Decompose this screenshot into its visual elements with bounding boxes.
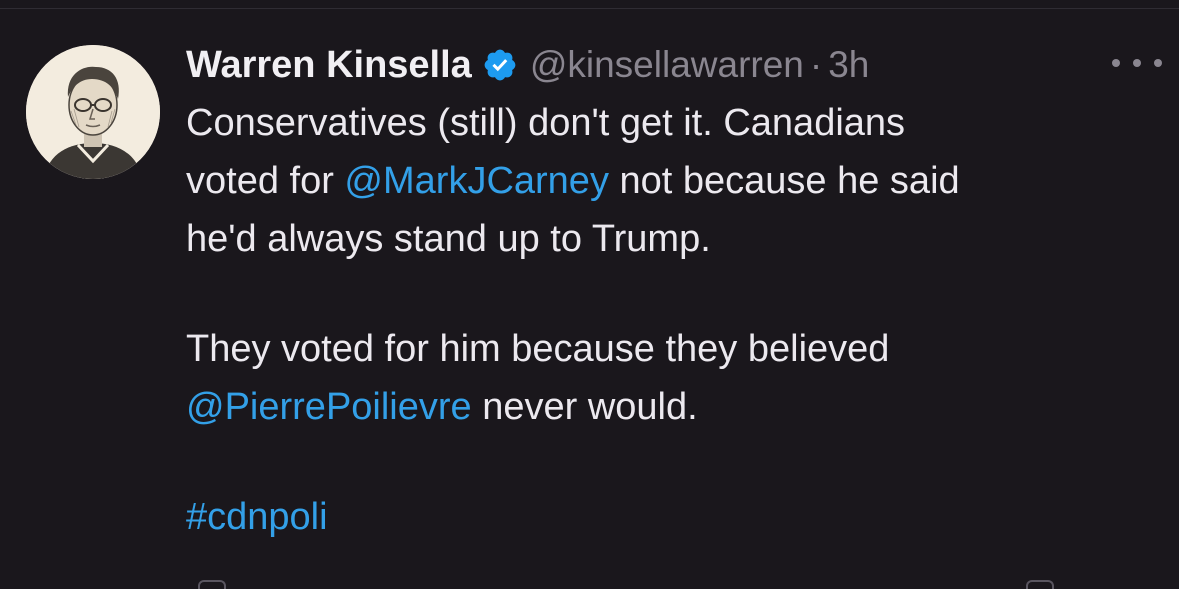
reply-icon[interactable] — [198, 580, 226, 589]
verified-badge-icon — [482, 47, 518, 83]
tweet-line: They voted for him because they believed — [186, 328, 890, 370]
tweet-text-segment: never would. — [471, 386, 698, 428]
mention-link[interactable]: @MarkJCarney — [344, 160, 609, 202]
mention-link[interactable]: @PierrePoilievre — [186, 386, 472, 428]
hashtag-link[interactable]: #cdnpoli — [186, 488, 1146, 546]
tweet-line: Conservatives (still) don't get it. Cana… — [186, 102, 906, 144]
share-icon[interactable] — [1026, 580, 1054, 589]
tweet-line: @PierrePoilievre never would. — [186, 378, 1146, 436]
tweet-line: he'd always stand up to Trump. — [186, 218, 711, 260]
author-handle[interactable]: @kinsellawarren — [530, 44, 804, 86]
more-horizontal-icon[interactable] — [1112, 48, 1162, 78]
separator-dot: · — [809, 44, 823, 85]
tweet-text-segment: not because he said — [608, 160, 960, 202]
timestamp[interactable]: 3h — [828, 44, 869, 86]
tweet: Warren Kinsella @kinsellawarren · 3h Con… — [186, 40, 1162, 546]
avatar-portrait-icon — [26, 45, 160, 179]
tweet-header: Warren Kinsella @kinsellawarren · 3h — [186, 40, 1162, 90]
avatar[interactable] — [26, 45, 160, 179]
author-name[interactable]: Warren Kinsella — [186, 44, 472, 87]
tweet-text: Conservatives (still) don't get it. Cana… — [186, 94, 1146, 546]
tweet-line: voted for @MarkJCarney not because he sa… — [186, 152, 1146, 210]
action-bar — [186, 580, 1054, 589]
divider — [0, 8, 1179, 9]
tweet-screen: Warren Kinsella @kinsellawarren · 3h Con… — [0, 0, 1179, 589]
tweet-text-segment: voted for — [186, 160, 345, 202]
